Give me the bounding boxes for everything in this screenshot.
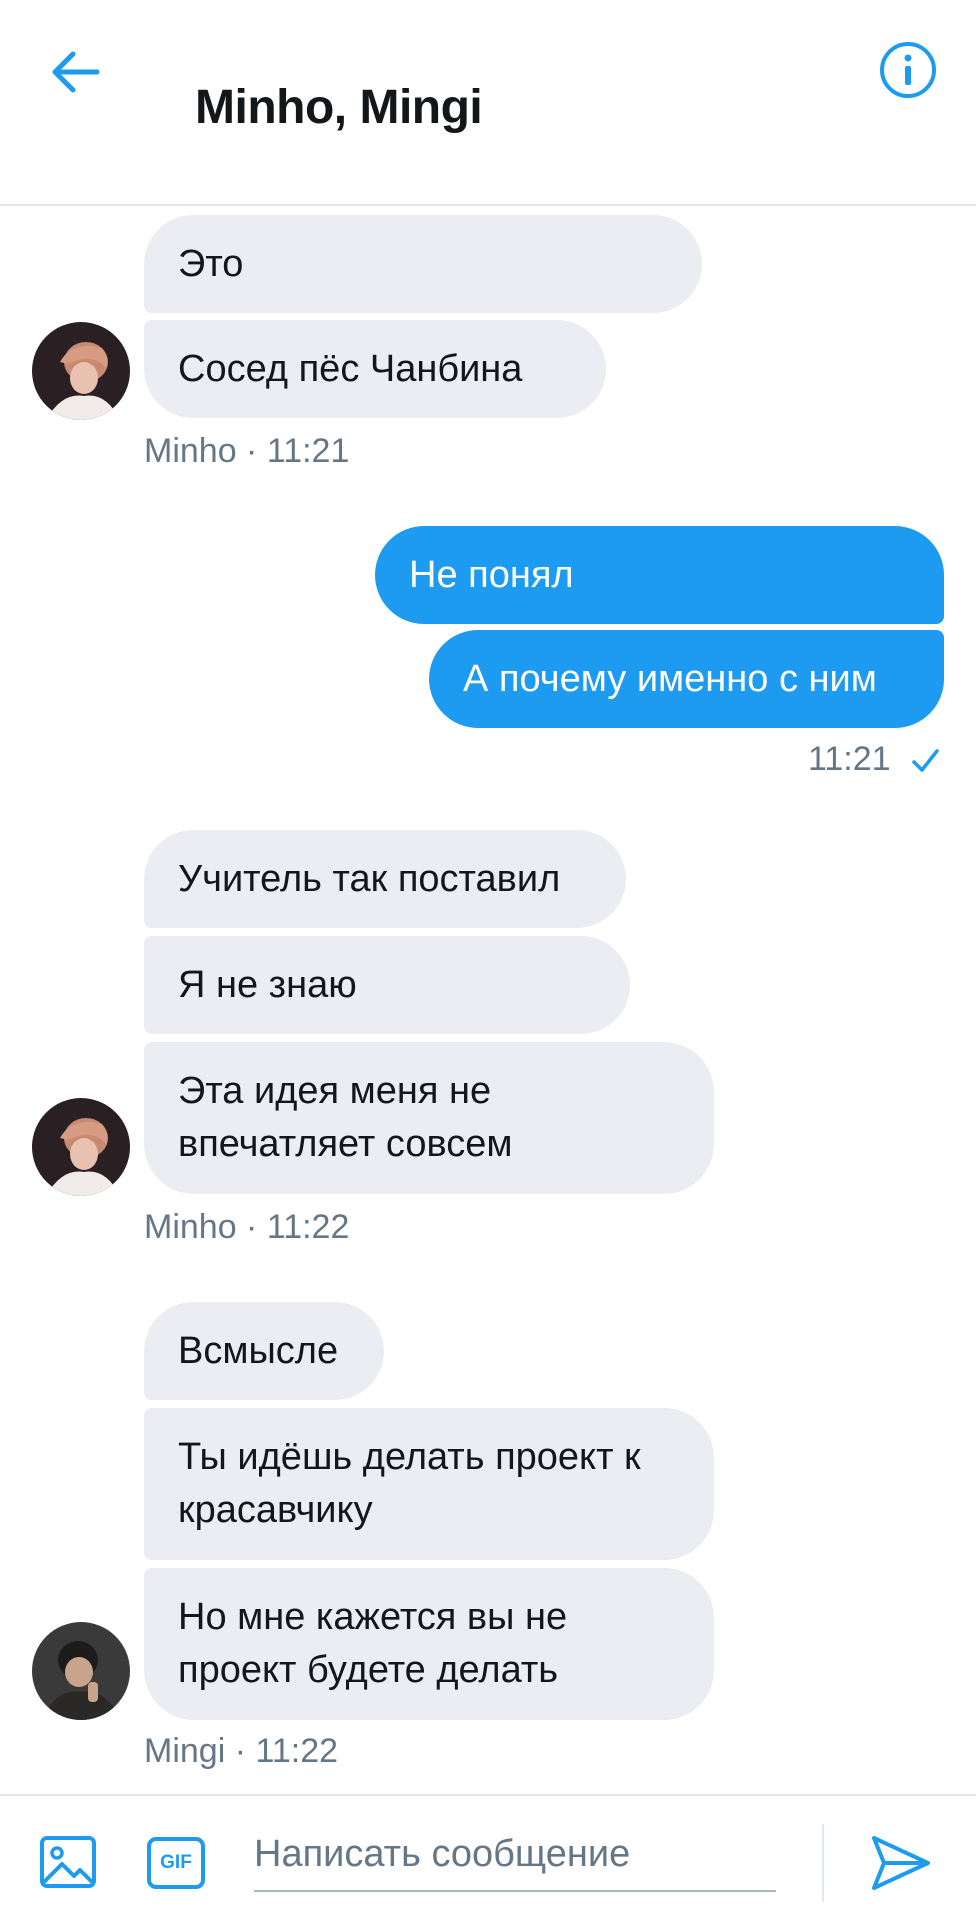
message-composer: GIF bbox=[0, 1794, 976, 1922]
message-bubble-sent[interactable]: А почему именно с ним bbox=[429, 630, 944, 728]
back-button[interactable] bbox=[44, 40, 108, 104]
message-bubble[interactable]: Эта идея меня не впечатляет совсем bbox=[144, 1042, 714, 1194]
message-time: 11:21 bbox=[808, 740, 891, 778]
send-button[interactable] bbox=[868, 1830, 934, 1896]
message-bubble-sent[interactable]: Не понял bbox=[375, 526, 944, 624]
message-bubble[interactable]: Но мне кажется вы не проект будете делат… bbox=[144, 1568, 714, 1720]
conversation-info-button[interactable] bbox=[876, 38, 940, 102]
send-icon bbox=[872, 1836, 930, 1890]
avatar-photo bbox=[32, 1098, 130, 1196]
conversation-title[interactable]: Minho, Mingi bbox=[195, 80, 483, 135]
message-bubble[interactable]: Всмысле bbox=[144, 1302, 384, 1400]
avatar-minho[interactable] bbox=[32, 1098, 130, 1196]
avatar-photo bbox=[32, 322, 130, 420]
avatar-mingi[interactable] bbox=[32, 1622, 130, 1720]
image-icon bbox=[40, 1836, 96, 1888]
message-input[interactable] bbox=[254, 1818, 776, 1892]
add-photo-button[interactable] bbox=[38, 1832, 98, 1892]
avatar-photo bbox=[32, 1622, 130, 1720]
back-arrow-icon bbox=[52, 51, 100, 93]
avatar-minho[interactable] bbox=[32, 322, 130, 420]
message-meta: Minho · 11:21 bbox=[144, 432, 350, 470]
add-gif-button[interactable]: GIF bbox=[146, 1834, 206, 1892]
message-bubble[interactable]: Учитель так поставил bbox=[144, 830, 626, 928]
message-bubble[interactable]: Это bbox=[144, 215, 702, 313]
composer-divider bbox=[822, 1824, 824, 1902]
info-icon bbox=[880, 42, 936, 98]
message-meta: Minho · 11:22 bbox=[144, 1208, 350, 1246]
message-bubble[interactable]: Ты идёшь делать проект к красавчику bbox=[144, 1408, 714, 1560]
message-meta: Mingi · 11:22 bbox=[144, 1732, 339, 1770]
message-bubble[interactable]: Я не знаю bbox=[144, 936, 630, 1034]
conversation-header: Minho, Mingi bbox=[0, 0, 976, 206]
gif-label: GIF bbox=[160, 1852, 192, 1873]
read-check-icon bbox=[912, 749, 939, 772]
message-bubble[interactable]: Сосед пёс Чанбина bbox=[144, 320, 606, 418]
